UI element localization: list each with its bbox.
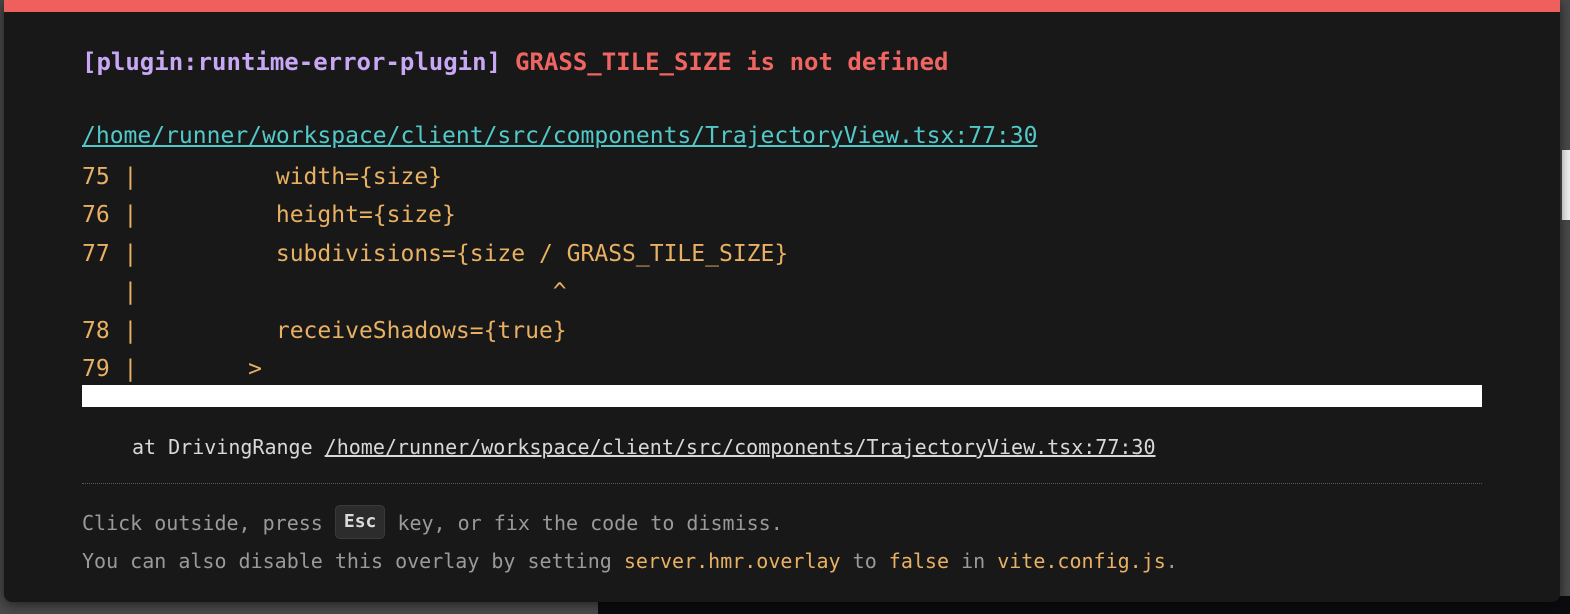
stack-function: at DrivingRange (132, 435, 313, 459)
stack-trace: at DrivingRange /home/runner/workspace/c… (132, 434, 1156, 460)
stack-file-link[interactable]: /home/runner/workspace/client/src/compon… (325, 435, 1156, 459)
code-frame: 75 | width={size} 76 | height={size} 77 | … (82, 158, 788, 388)
tip-text: Click outside, press (82, 511, 323, 535)
error-overlay: [plugin:runtime-error-plugin] GRASS_TILE_… (4, 0, 1560, 602)
config-value: false (888, 549, 950, 573)
dismiss-tip: Click outside, press Esc key, or fix the… (82, 504, 783, 539)
tip-text: in (961, 549, 986, 573)
tip-text: key, or fix the code to dismiss. (397, 511, 783, 535)
code-frame-line: 75 | width={size} (82, 164, 443, 190)
tip-text: to (852, 549, 877, 573)
code-frame-caret: | ^ (82, 279, 567, 306)
error-message: GRASS_TILE_SIZE is not defined (515, 48, 949, 76)
plugin-name: [plugin:runtime-error-plugin] (82, 48, 502, 76)
tip-text: You can also disable this overlay by set… (82, 549, 612, 573)
code-frame-line: 79 | > (82, 355, 263, 382)
disable-tip: You can also disable this overlay by set… (82, 548, 1178, 574)
config-file: vite.config.js (997, 549, 1166, 573)
error-header: [plugin:runtime-error-plugin] GRASS_TILE_… (82, 48, 949, 76)
code-frame-line: 77 | subdivisions={size / GRASS_TILE_SIZ… (82, 240, 789, 267)
error-file-link[interactable]: /home/runner/workspace/client/src/compon… (82, 122, 1037, 150)
code-frame-line: 76 | height={size} (82, 202, 456, 229)
stack-separator-bar (82, 385, 1482, 407)
config-option: server.hmr.overlay (623, 549, 841, 573)
tip-divider (82, 483, 1482, 484)
tip-text: . (1165, 549, 1178, 573)
code-frame-line: 78 | receiveShadows={true} (82, 317, 567, 344)
backdrop-panel (1562, 150, 1570, 220)
esc-key: Esc (334, 504, 386, 539)
